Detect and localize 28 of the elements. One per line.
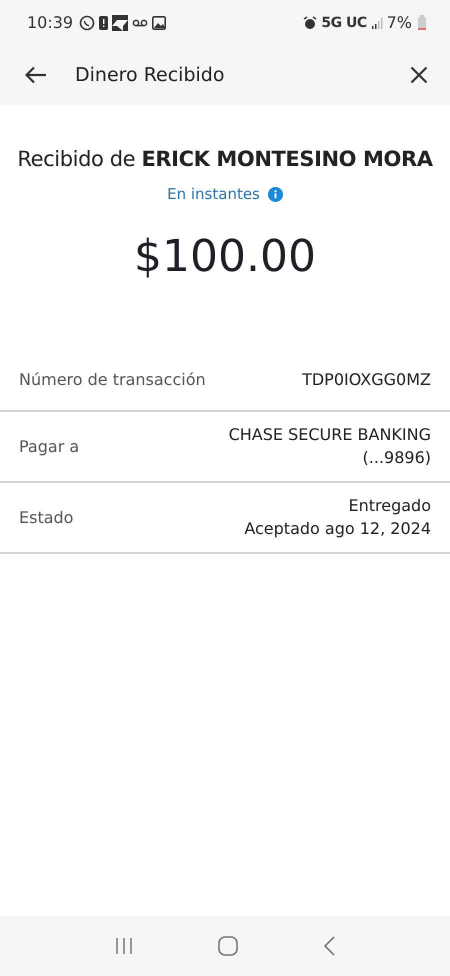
recent-apps-icon[interactable] bbox=[114, 937, 133, 955]
back-icon[interactable] bbox=[323, 936, 336, 956]
detail-value: Entregado bbox=[348, 495, 431, 516]
battery-alert-icon bbox=[99, 15, 108, 30]
status-time: 10:39 bbox=[27, 13, 74, 32]
detail-value: (...9896) bbox=[362, 447, 431, 468]
detail-value: CHASE SECURE BANKING bbox=[228, 424, 431, 445]
detail-value: Aceptado ago 12, 2024 bbox=[244, 518, 431, 539]
received-from-text: Recibido de ERICK MONTESINO MORA bbox=[17, 147, 433, 171]
battery-percent: 7% bbox=[386, 13, 412, 32]
speed-label: En instantes bbox=[167, 185, 260, 203]
home-icon[interactable] bbox=[218, 936, 238, 956]
close-icon[interactable] bbox=[410, 66, 428, 84]
back-arrow-icon[interactable] bbox=[25, 66, 47, 84]
detail-label: Estado bbox=[19, 508, 74, 526]
amount-text: $100.00 bbox=[134, 231, 316, 282]
chat-icon bbox=[79, 14, 96, 30]
detail-value: TDP0IOXGG0MZ bbox=[302, 369, 431, 390]
detail-label: Número de transacción bbox=[19, 370, 206, 389]
info-icon[interactable] bbox=[268, 186, 283, 202]
signal-icon bbox=[370, 16, 383, 28]
image-icon bbox=[152, 16, 166, 30]
detail-label: Pagar a bbox=[19, 436, 80, 456]
network-label: 5G UC bbox=[321, 14, 367, 30]
alarm-icon bbox=[303, 16, 318, 30]
voicemail-icon bbox=[132, 18, 148, 28]
battery-icon bbox=[418, 15, 426, 30]
screen-title: Dinero Recibido bbox=[75, 64, 226, 86]
